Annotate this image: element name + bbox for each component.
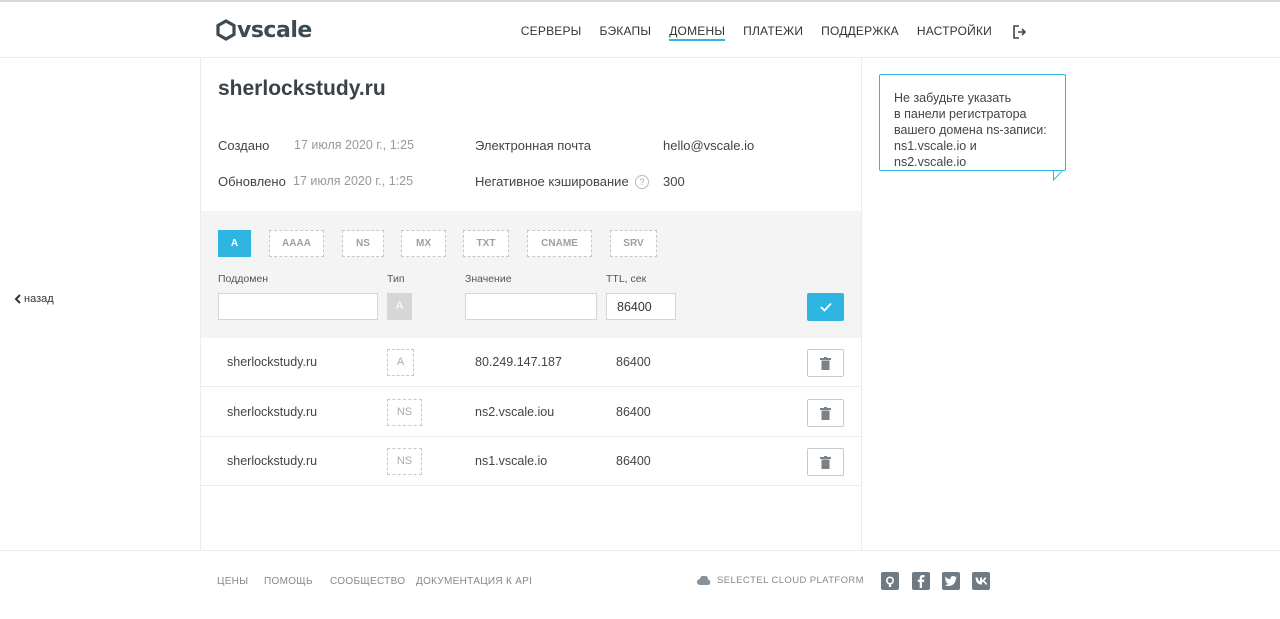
github-icon[interactable] xyxy=(881,572,899,590)
subdomain-label: Поддомен xyxy=(218,273,269,285)
ttl-label: TTL, сек xyxy=(606,273,647,285)
trash-icon xyxy=(820,356,831,370)
callout-line: Не забудьте указать xyxy=(894,91,1012,105)
record-name: sherlockstudy.ru xyxy=(227,454,318,468)
nav-payments[interactable]: ПЛАТЕЖИ xyxy=(743,23,803,41)
negative-cache-value: 300 xyxy=(663,174,685,189)
updated-label: Обновлено xyxy=(218,174,286,189)
email-label: Электронная почта xyxy=(475,138,592,153)
nav-settings[interactable]: НАСТРОЙКИ xyxy=(917,23,992,41)
type-tab-aaaa[interactable]: AAAA xyxy=(269,230,324,257)
platform-label: SELECTEL CLOUD PLATFORM xyxy=(717,575,864,586)
negative-cache-label: Негативное кэширование xyxy=(475,174,629,189)
created-value: 17 июля 2020 г., 1:25 xyxy=(294,138,415,152)
record-type: NS xyxy=(387,399,422,426)
type-tab-txt[interactable]: TXT xyxy=(463,230,509,257)
nav-servers[interactable]: СЕРВЕРЫ xyxy=(521,23,582,41)
record-ttl: 86400 xyxy=(616,355,651,369)
facebook-icon[interactable] xyxy=(912,572,930,590)
platform-brand[interactable]: SELECTEL CLOUD PLATFORM xyxy=(697,575,864,586)
email-value[interactable]: hello@vscale.io xyxy=(663,138,754,153)
logo-hexagon-icon xyxy=(216,19,236,41)
vk-icon[interactable] xyxy=(972,572,990,590)
footer-link-prices[interactable]: ЦЕНЫ xyxy=(217,576,248,587)
type-tab-a[interactable]: A xyxy=(218,230,251,257)
twitter-icon[interactable] xyxy=(942,572,960,590)
trash-icon xyxy=(820,455,831,469)
nav-domains[interactable]: ДОМЕНЫ xyxy=(669,23,726,41)
delete-record-button[interactable] xyxy=(807,349,844,377)
updated-value: 17 июля 2020 г., 1:25 xyxy=(293,174,414,188)
callout-tail xyxy=(1044,170,1063,182)
table-row: sherlockstudy.ru A 80.249.147.187 86400 xyxy=(201,338,861,387)
record-value: ns2.vscale.iou xyxy=(475,405,555,419)
type-label: Тип xyxy=(387,273,405,285)
type-badge: A xyxy=(387,293,412,320)
record-value: ns1.vscale.io xyxy=(475,454,548,468)
record-type: NS xyxy=(387,448,422,475)
created-label: Создано xyxy=(218,138,270,153)
type-tab-mx[interactable]: MX xyxy=(401,230,446,257)
record-name: sherlockstudy.ru xyxy=(227,405,318,419)
record-type: A xyxy=(387,349,414,376)
back-label: назад xyxy=(24,293,54,305)
delete-record-button[interactable] xyxy=(807,448,844,476)
check-icon xyxy=(819,302,832,312)
trash-icon xyxy=(820,406,831,420)
nav-backups[interactable]: БЭКАПЫ xyxy=(600,23,652,41)
footer-link-community[interactable]: СООБЩЕСТВО xyxy=(330,576,405,587)
record-ttl: 86400 xyxy=(616,454,651,468)
ns-reminder-callout: Не забудьте указать в панели регистратор… xyxy=(879,74,1066,171)
table-row: sherlockstudy.ru NS ns1.vscale.io 86400 xyxy=(201,437,861,486)
value-label: Значение xyxy=(465,273,512,285)
record-value: 80.249.147.187 xyxy=(475,355,562,369)
record-ttl: 86400 xyxy=(616,405,651,419)
callout-line: ns1.vscale.io и ns2.vscale.io xyxy=(894,139,977,169)
help-icon[interactable]: ? xyxy=(635,175,649,189)
footer: ЦЕНЫ ПОМОЩЬ СООБЩЕСТВО ДОКУМЕНТАЦИЯ К AP… xyxy=(0,550,1280,619)
delete-record-button[interactable] xyxy=(807,399,844,427)
logo-text: vscale xyxy=(237,17,312,43)
record-name: sherlockstudy.ru xyxy=(227,355,318,369)
callout-line: в панели регистратора xyxy=(894,107,1027,121)
type-tab-cname[interactable]: CNAME xyxy=(527,230,592,257)
page-title: sherlockstudy.ru xyxy=(218,77,386,100)
subdomain-input[interactable] xyxy=(218,293,378,320)
logo[interactable]: vscale xyxy=(216,17,312,43)
main-nav: СЕРВЕРЫ БЭКАПЫ ДОМЕНЫ ПЛАТЕЖИ ПОДДЕРЖКА … xyxy=(503,23,1028,41)
back-link[interactable]: назад xyxy=(14,293,54,305)
logout-icon[interactable] xyxy=(1012,23,1028,41)
type-tab-srv[interactable]: SRV xyxy=(610,230,657,257)
footer-link-api-docs[interactable]: ДОКУМЕНТАЦИЯ К API xyxy=(416,576,532,587)
chevron-left-icon xyxy=(14,294,21,304)
ttl-input[interactable] xyxy=(606,293,676,320)
add-record-button[interactable] xyxy=(807,293,844,321)
value-input[interactable] xyxy=(465,293,597,320)
footer-link-help[interactable]: ПОМОЩЬ xyxy=(264,576,313,587)
content-right-border xyxy=(861,58,862,550)
header: vscale СЕРВЕРЫ БЭКАПЫ ДОМЕНЫ ПЛАТЕЖИ ПОД… xyxy=(0,2,1280,58)
cloud-icon xyxy=(697,576,711,585)
callout-line: вашего домена ns-записи: xyxy=(894,123,1047,137)
type-tab-ns[interactable]: NS xyxy=(342,230,384,257)
table-row: sherlockstudy.ru NS ns2.vscale.iou 86400 xyxy=(201,388,861,437)
nav-support[interactable]: ПОДДЕРЖКА xyxy=(821,23,899,41)
